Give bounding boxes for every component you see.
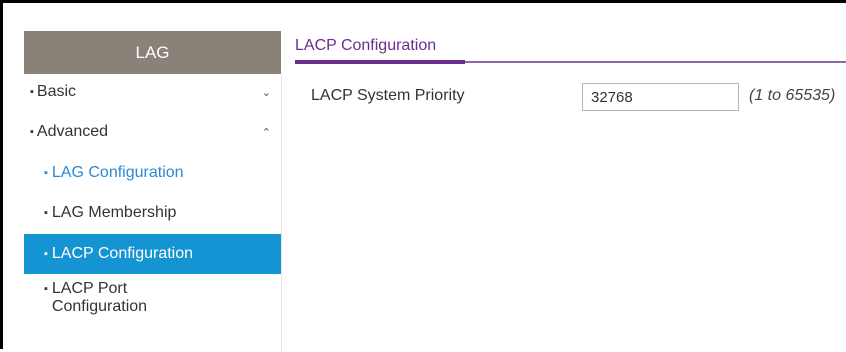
tab-lacp-configuration[interactable]: LACP Configuration — [295, 31, 436, 61]
sidebar-item-label: LAG Configuration — [51, 164, 184, 181]
sidebar-list: ▪ Basic ⌄ ▪ Advanced ⌃ ▪ LAG Configurati… — [24, 74, 282, 352]
window-frame: LAG ▪ Basic ⌄ ▪ Advanced ⌃ ▪ LAG Configu… — [0, 0, 846, 352]
bullet-icon: ▪ — [30, 126, 34, 138]
sidebar-header: LAG — [24, 31, 281, 74]
sidebar-item-lag-configuration[interactable]: ▪ LAG Configuration — [24, 154, 281, 192]
sidebar-section-label: Basic — [36, 83, 77, 100]
lacp-system-priority-input[interactable] — [582, 83, 739, 111]
sidebar-item-lacp-configuration[interactable]: ▪ LACP Configuration — [24, 234, 281, 274]
bullet-icon: ▪ — [30, 86, 34, 98]
tab-label: LACP Configuration — [295, 37, 437, 54]
tab-active-indicator — [295, 60, 465, 64]
sidebar-section-advanced[interactable]: ▪ Advanced ⌃ — [24, 114, 281, 150]
bullet-icon: ▪ — [44, 283, 48, 295]
sidebar-item-lacp-port-configuration[interactable]: ▪ LACP Port Configuration — [24, 276, 281, 324]
bullet-icon: ▪ — [44, 167, 48, 179]
bullet-icon: ▪ — [44, 207, 48, 219]
lacp-system-priority-range: (1 to 65535) — [749, 87, 836, 104]
sidebar-header-title: LAG — [135, 42, 170, 62]
chevron-up-icon: ⌃ — [261, 126, 271, 139]
bullet-icon: ▪ — [44, 248, 48, 260]
sidebar-item-lag-membership[interactable]: ▪ LAG Membership — [24, 194, 281, 232]
sidebar: LAG ▪ Basic ⌄ ▪ Advanced ⌃ ▪ LAG Configu… — [24, 31, 282, 352]
sidebar-section-label: Advanced — [36, 123, 109, 140]
sidebar-item-label: LACP Configuration — [51, 245, 194, 262]
sidebar-item-label: LAG Membership — [51, 204, 177, 221]
main-content: LACP Configuration LACP System Priority … — [295, 31, 846, 352]
lacp-system-priority-label: LACP System Priority — [311, 87, 465, 104]
chevron-down-icon: ⌄ — [261, 86, 271, 99]
sidebar-item-label: LACP Port Configuration — [51, 280, 148, 315]
sidebar-section-basic[interactable]: ▪ Basic ⌄ — [24, 74, 281, 110]
